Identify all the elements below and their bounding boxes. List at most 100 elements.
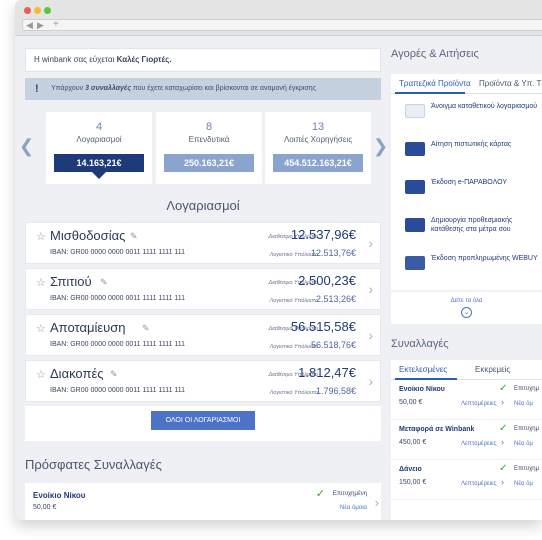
account-row[interactable]: ☆ Αποταμίευση ✎ IBAN: GR00 0000 0000 001… <box>25 314 381 356</box>
edit-icon[interactable]: ✎ <box>100 277 108 288</box>
carousel-prev-icon[interactable]: ❮ <box>19 136 34 157</box>
recent-transactions-title: Πρόσφατες Συναλλαγές <box>25 457 162 472</box>
transaction-row[interactable]: Δάνειο 150,00 € ✓ Επιτυχημ Λεπτομέρειες … <box>391 460 542 500</box>
summary-card-investments[interactable]: 8 Επενδυτικά 250.163,21€ <box>156 112 262 184</box>
notice-count: 3 συναλλαγές <box>85 85 131 92</box>
tab-third-party-products[interactable]: Προϊόντα & Υπ. Τρίτων <box>479 79 542 88</box>
new-similar-link[interactable]: Νέα όμ <box>514 481 533 487</box>
minimize-window-dot[interactable] <box>34 7 41 14</box>
account-iban: IBAN: GR00 0000 0000 0011 1111 1111 111 <box>50 387 186 394</box>
purchases-title: Αγορές & Αιτήσεις <box>391 48 479 60</box>
transactions-title: Συναλλαγές <box>391 338 449 350</box>
recent-transaction-row[interactable]: Ενοίκιο Νίκου 50,00 € ✓ Επιτυχημένη Νέα … <box>25 483 381 520</box>
chevron-right-icon[interactable]: › <box>368 373 373 389</box>
close-window-dot[interactable] <box>24 7 31 14</box>
product-label: Έκδοση προπληρωμένης WEBUY <box>431 255 538 262</box>
product-item[interactable]: Δημιουργία προθεσμιακής κατάθεσης στα μέ… <box>391 212 542 250</box>
browser-toolbar: ◀ ▶ + <box>22 19 542 31</box>
transaction-row[interactable]: Μεταφορά σε Winbank 450,00 € ✓ Επιτυχημ … <box>391 420 542 460</box>
edit-icon[interactable]: ✎ <box>130 231 138 242</box>
webuy-card-icon <box>405 256 425 270</box>
time-deposit-icon <box>405 218 425 232</box>
transaction-amount: 50,00 € <box>33 504 57 511</box>
product-item[interactable]: Έκδοση προπληρωμένης WEBUY <box>391 250 542 288</box>
side-column: Αγορές & Αιτήσεις Τραπεζικά Προϊόντα Προ… <box>391 48 542 520</box>
transaction-amount: 50,00 € <box>399 399 423 406</box>
transaction-status: Επιτυχημένη <box>332 491 367 497</box>
chevron-right-icon[interactable]: › <box>368 281 373 297</box>
star-icon[interactable]: ☆ <box>36 322 46 335</box>
tab-bank-products[interactable]: Τραπεζικά Προϊόντα <box>399 79 471 88</box>
new-similar-link[interactable]: Νέα όμ <box>514 441 533 447</box>
browser-window: ◀ ▶ + Η winbank σας εύχεται Καλές Γιορτέ… <box>15 0 542 520</box>
account-name: Αποταμίευση <box>50 320 126 335</box>
available-balance: 1.812,47€ <box>298 365 356 380</box>
ledger-balance: 12.513,76€ <box>310 248 356 258</box>
alert-icon: ! <box>35 83 39 95</box>
carousel-next-icon[interactable]: ❯ <box>373 136 388 157</box>
product-label: Έκδοση e-ΠΑΡΑΒΟΛΟΥ <box>431 179 508 186</box>
chevron-right-icon[interactable]: › <box>368 327 373 343</box>
new-tab-icon[interactable]: + <box>53 19 59 31</box>
new-similar-link[interactable]: Νέα όμ <box>514 401 533 407</box>
card-count: 4 <box>95 121 103 133</box>
e-paravolo-icon <box>405 180 425 194</box>
transaction-amount: 150,00 € <box>399 479 427 486</box>
details-link[interactable]: Λεπτομέρειες <box>461 481 497 487</box>
notice-text-after: που έχετε καταχωρίσει και βρίσκονται σε … <box>130 85 316 92</box>
account-name: Μισθοδοσίας <box>50 228 126 243</box>
card-value: 454.512.163,21€ <box>273 154 363 172</box>
account-iban: IBAN: GR00 0000 0000 0011 1111 1111 111 <box>50 295 186 302</box>
tab-pending[interactable]: Εκκρεμείς <box>475 365 510 374</box>
new-similar-link[interactable]: Νέα όμοια <box>340 505 367 511</box>
details-link[interactable]: Λεπτομέρειες <box>461 441 497 447</box>
ledger-label: Λογιστικό Υπόλοιπο <box>269 390 318 396</box>
accounts-title: Λογαριασμοί <box>166 198 240 213</box>
star-icon[interactable]: ☆ <box>36 276 46 289</box>
chevron-right-icon[interactable]: › <box>368 235 373 251</box>
chevron-right-icon[interactable]: › <box>375 495 379 510</box>
account-row[interactable]: ☆ Σπιτιού ✎ IBAN: GR00 0000 0000 0011 11… <box>25 268 381 310</box>
transactions-tabs: Εκτελεσμένες Εκκρεμείς <box>391 360 542 380</box>
credit-card-icon <box>405 142 425 156</box>
all-accounts-button[interactable]: ΟΛΟΙ ΟΙ ΛΟΓΑΡΙΑΣΜΟΙ <box>151 411 255 430</box>
tab-executed[interactable]: Εκτελεσμένες <box>399 365 447 374</box>
product-label: Δημιουργία προθεσμιακής κατάθεσης στα μέ… <box>431 217 513 233</box>
card-label: Λοιπές Χορηγήσεις <box>283 135 353 144</box>
card-label: Λογαριασμοί <box>76 135 122 144</box>
notice-text-before: Υπάρχουν <box>51 85 86 92</box>
arrow-right-icon: › <box>501 397 504 407</box>
product-item[interactable]: Αίτηση πιστωτικής κάρτας <box>391 136 542 174</box>
checkmark-icon: ✓ <box>499 463 508 474</box>
account-name: Διακοπές <box>50 366 104 381</box>
product-item[interactable]: Άνοιγμα καταθετικού λογαριασμού <box>391 98 542 136</box>
star-icon[interactable]: ☆ <box>36 230 46 243</box>
browser-chrome: ◀ ▶ + <box>15 0 542 36</box>
pending-notice[interactable]: ! Υπάρχουν 3 συναλλαγές που έχετε καταχω… <box>25 78 381 100</box>
see-all-link[interactable]: Δείτε τα όλα ⌄ <box>391 292 542 324</box>
transaction-row[interactable]: Ενοίκιο Νίκου 50,00 € ✓ Επιτυχημ Λεπτομέ… <box>391 380 542 420</box>
transaction-status: Επιτυχημ <box>514 386 540 392</box>
star-icon[interactable]: ☆ <box>36 368 46 381</box>
details-link[interactable]: Λεπτομέρειες <box>461 401 497 407</box>
chevron-down-icon[interactable]: ⌄ <box>461 307 472 318</box>
maximize-window-dot[interactable] <box>44 7 51 14</box>
active-card-pointer <box>92 172 106 179</box>
available-balance: 2.500,23€ <box>298 273 356 288</box>
summary-card-accounts[interactable]: 4 Λογαριασμοί 14.163,21€ <box>46 112 152 184</box>
all-accounts-bar: ΟΛΟΙ ΟΙ ΛΟΓΑΡΙΑΣΜΟΙ <box>25 406 381 441</box>
summary-card-loans[interactable]: 13 Λοιπές Χορηγήσεις 454.512.163,21€ <box>265 112 371 184</box>
welcome-text: Η winbank σας εύχεται <box>34 55 117 64</box>
card-label: Επενδυτικά <box>188 135 230 144</box>
edit-icon[interactable]: ✎ <box>142 323 150 334</box>
back-icon[interactable]: ◀ <box>26 19 33 31</box>
edit-icon[interactable]: ✎ <box>110 369 118 380</box>
product-item[interactable]: Έκδοση e-ΠΑΡΑΒΟΛΟΥ <box>391 174 542 212</box>
account-iban: IBAN: GR00 0000 0000 0011 1111 1111 111 <box>50 341 186 348</box>
ledger-balance: 2.513,26€ <box>315 294 356 304</box>
account-name: Σπιτιού <box>50 274 92 289</box>
transaction-name: Δάνειο <box>399 466 422 473</box>
forward-icon[interactable]: ▶ <box>37 19 44 31</box>
account-row[interactable]: ☆ Διακοπές ✎ IBAN: GR00 0000 0000 0011 1… <box>25 360 381 402</box>
account-row[interactable]: ☆ Μισθοδοσίας ✎ IBAN: GR00 0000 0000 001… <box>25 222 381 264</box>
